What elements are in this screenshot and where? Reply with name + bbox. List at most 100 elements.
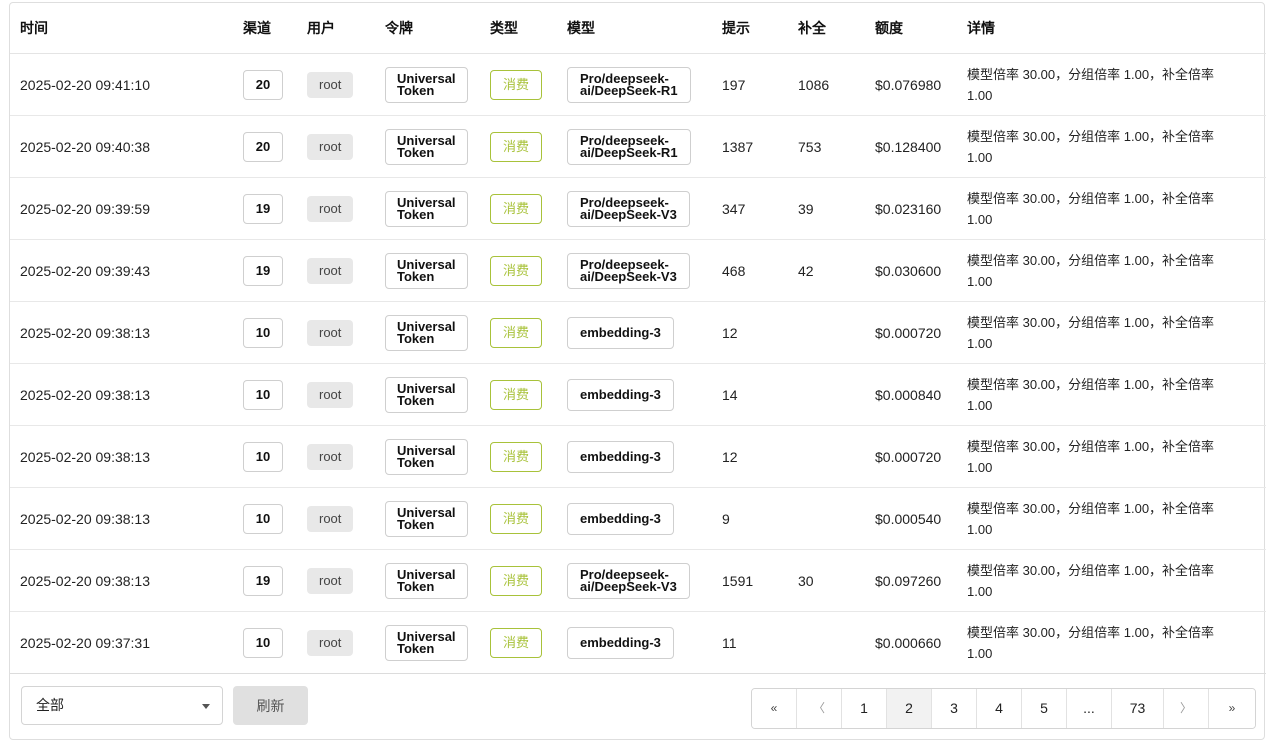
cell-channel: 10 xyxy=(233,363,297,426)
pagination-page-4[interactable]: 4 xyxy=(977,689,1022,728)
cell-channel: 20 xyxy=(233,115,297,178)
cell-type: 消费 xyxy=(480,549,557,612)
token-name-line2: Token xyxy=(397,82,435,98)
model-label[interactable]: embedding-3 xyxy=(567,440,674,473)
token-name-line2: Token xyxy=(397,144,435,160)
col-header-token[interactable]: 令牌 xyxy=(375,3,480,54)
col-header-quota[interactable]: 额度 xyxy=(865,3,957,54)
cell-prompt-tokens: 11 xyxy=(712,611,788,674)
table-row: 2025-02-20 09:39:43 19 root Universal Token 消… xyxy=(10,239,1266,302)
pagination-next-icon[interactable]: 〉 xyxy=(1164,689,1209,728)
model-label[interactable]: Pro/deepseek-ai/DeepSeek-V3 xyxy=(567,190,690,227)
token-name-line2: Token xyxy=(397,454,435,470)
col-header-model[interactable]: 模型 xyxy=(557,3,712,54)
detail-line1: 模型倍率 30.00，分组倍率 1.00，补全倍率 xyxy=(967,376,1215,392)
pagination-page-3[interactable]: 3 xyxy=(932,689,977,728)
type-badge: 消费 xyxy=(490,379,543,410)
cell-token: Universal Token xyxy=(375,425,480,488)
cell-time: 2025-02-20 09:40:38 xyxy=(10,115,233,178)
cell-type: 消费 xyxy=(480,363,557,426)
col-header-user[interactable]: 用户 xyxy=(297,3,375,54)
token-name-line2: Token xyxy=(397,206,435,222)
channel-label[interactable]: 20 xyxy=(243,69,283,100)
cell-completion-tokens xyxy=(788,487,865,550)
cell-user: root xyxy=(297,363,375,426)
detail-line1: 模型倍率 30.00，分组倍率 1.00，补全倍率 xyxy=(967,128,1215,144)
cell-completion-tokens xyxy=(788,363,865,426)
cell-detail: 模型倍率 30.00，分组倍率 1.00，补全倍率 1.00 xyxy=(957,239,1266,302)
user-badge: root xyxy=(307,195,354,222)
pagination-last-icon[interactable]: » xyxy=(1209,689,1255,728)
channel-label[interactable]: 20 xyxy=(243,131,283,162)
cell-model: Pro/deepseek-ai/DeepSeek-R1 xyxy=(557,115,712,178)
model-label[interactable]: Pro/deepseek-ai/DeepSeek-V3 xyxy=(567,562,690,599)
user-badge: root xyxy=(307,71,354,98)
col-header-time[interactable]: 时间 xyxy=(10,3,233,54)
channel-label[interactable]: 19 xyxy=(243,193,283,224)
pagination-page-1[interactable]: 1 xyxy=(842,689,887,728)
cell-quota: $0.097260 xyxy=(865,549,957,612)
channel-label[interactable]: 10 xyxy=(243,441,283,472)
pagination-first-icon[interactable]: « xyxy=(752,689,797,728)
detail-line1: 模型倍率 30.00，分组倍率 1.00，补全倍率 xyxy=(967,624,1215,640)
model-label[interactable]: embedding-3 xyxy=(567,378,674,411)
channel-label[interactable]: 10 xyxy=(243,379,283,410)
cell-detail: 模型倍率 30.00，分组倍率 1.00，补全倍率 1.00 xyxy=(957,177,1266,240)
cell-time: 2025-02-20 09:38:13 xyxy=(10,549,233,612)
table-row: 2025-02-20 09:39:59 19 root Universal Token 消… xyxy=(10,177,1266,240)
refresh-button[interactable]: 刷新 xyxy=(233,686,308,725)
detail-line2: 1.00 xyxy=(967,149,993,165)
cell-quota: $0.030600 xyxy=(865,239,957,302)
channel-label[interactable]: 10 xyxy=(243,503,283,534)
cell-token: Universal Token xyxy=(375,115,480,178)
model-label[interactable]: embedding-3 xyxy=(567,502,674,535)
log-type-select[interactable]: 全部 xyxy=(21,686,223,725)
pagination-page-2[interactable]: 2 xyxy=(887,689,932,728)
channel-label[interactable]: 19 xyxy=(243,565,283,596)
cell-quota: $0.023160 xyxy=(865,177,957,240)
cell-prompt-tokens: 12 xyxy=(712,425,788,488)
model-label[interactable]: Pro/deepseek-ai/DeepSeek-R1 xyxy=(567,66,691,103)
log-type-select-value: 全部 xyxy=(36,697,64,713)
detail-line2: 1.00 xyxy=(967,583,993,599)
cell-user: root xyxy=(297,301,375,364)
model-label[interactable]: embedding-3 xyxy=(567,316,674,349)
detail-line1: 模型倍率 30.00，分组倍率 1.00，补全倍率 xyxy=(967,438,1215,454)
channel-label[interactable]: 10 xyxy=(243,627,283,658)
cell-user: root xyxy=(297,425,375,488)
cell-quota: $0.000720 xyxy=(865,301,957,364)
user-badge: root xyxy=(307,629,354,656)
cell-channel: 10 xyxy=(233,487,297,550)
detail-line1: 模型倍率 30.00，分组倍率 1.00，补全倍率 xyxy=(967,190,1215,206)
cell-quota: $0.000540 xyxy=(865,487,957,550)
col-header-prompt[interactable]: 提示 xyxy=(712,3,788,54)
cell-detail: 模型倍率 30.00，分组倍率 1.00，补全倍率 1.00 xyxy=(957,549,1266,612)
cell-token: Universal Token xyxy=(375,301,480,364)
channel-label[interactable]: 10 xyxy=(243,317,283,348)
cell-time: 2025-02-20 09:39:59 xyxy=(10,177,233,240)
cell-completion-tokens: 1086 xyxy=(788,53,865,116)
usage-log-table: 时间 渠道 用户 令牌 类型 模型 提示 补全 额度 详情 2025-02-20… xyxy=(10,3,1266,674)
detail-line1: 模型倍率 30.00，分组倍率 1.00，补全倍率 xyxy=(967,562,1215,578)
col-header-detail[interactable]: 详情 xyxy=(957,3,1266,54)
cell-type: 消费 xyxy=(480,53,557,116)
pagination-page-73[interactable]: 73 xyxy=(1112,689,1164,728)
token-name-line2: Token xyxy=(397,330,435,346)
col-header-type[interactable]: 类型 xyxy=(480,3,557,54)
model-label[interactable]: Pro/deepseek-ai/DeepSeek-V3 xyxy=(567,252,690,289)
col-header-channel[interactable]: 渠道 xyxy=(233,3,297,54)
model-label[interactable]: Pro/deepseek-ai/DeepSeek-R1 xyxy=(567,128,691,165)
user-badge: root xyxy=(307,257,354,284)
model-label[interactable]: embedding-3 xyxy=(567,626,674,659)
model-name-line2: ai/DeepSeek-R1 xyxy=(580,82,678,98)
token-name-line2: Token xyxy=(397,578,435,594)
cell-completion-tokens: 42 xyxy=(788,239,865,302)
col-header-completion[interactable]: 补全 xyxy=(788,3,865,54)
cell-model: Pro/deepseek-ai/DeepSeek-V3 xyxy=(557,549,712,612)
channel-label[interactable]: 19 xyxy=(243,255,283,286)
token-label: Universal Token xyxy=(385,252,468,289)
model-name-line2: ai/DeepSeek-R1 xyxy=(580,144,678,160)
pagination-page-5[interactable]: 5 xyxy=(1022,689,1067,728)
cell-token: Universal Token xyxy=(375,239,480,302)
pagination-prev-icon[interactable]: 〈 xyxy=(797,689,842,728)
